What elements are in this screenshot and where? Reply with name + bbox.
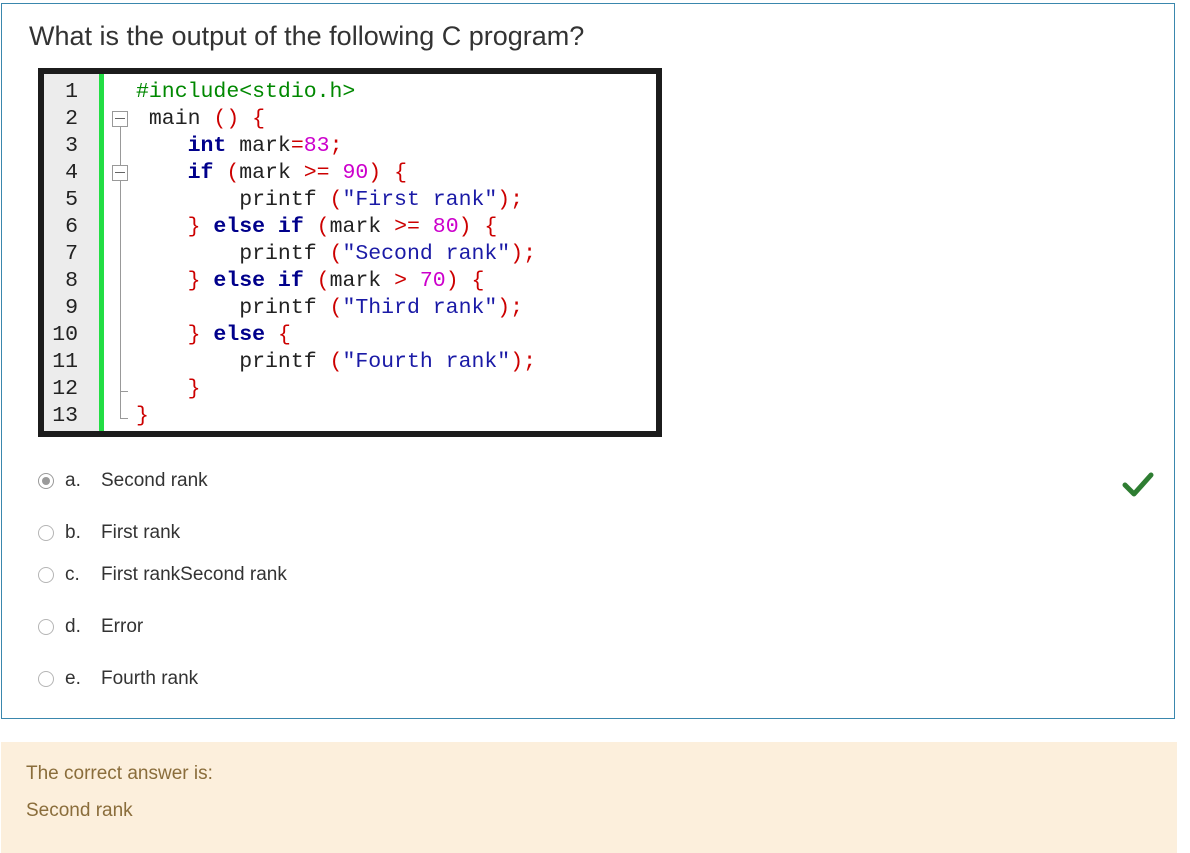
radio-icon[interactable]: [38, 671, 54, 687]
option-text: First rankSecond rank: [101, 564, 287, 585]
code-line: printf ("Third rank");: [136, 296, 524, 320]
fold-guide: [120, 127, 121, 165]
line-number: 3: [65, 134, 78, 158]
line-number: 6: [65, 215, 78, 239]
question-box: What is the output of the following C pr…: [1, 3, 1175, 719]
code-line: int mark=83;: [187, 134, 343, 158]
check-icon: [1122, 472, 1154, 497]
feedback-label: The correct answer is:: [26, 763, 213, 784]
fold-markers: [106, 74, 136, 431]
code-line: } else if (mark >= 80) {: [187, 215, 498, 239]
feedback-answer: Second rank: [26, 800, 133, 821]
line-number: 2: [65, 107, 78, 131]
line-number: 1: [65, 80, 78, 104]
line-number: 11: [52, 350, 78, 374]
fold-guide: [120, 391, 121, 418]
option-letter: b.: [65, 522, 81, 543]
code-line: printf ("Second rank");: [136, 242, 536, 266]
line-number: 8: [65, 269, 78, 293]
line-number: 13: [52, 404, 78, 428]
option-letter: d.: [65, 616, 81, 637]
line-number: 7: [65, 242, 78, 266]
fold-guide: [120, 181, 121, 391]
radio-icon[interactable]: [38, 567, 54, 583]
code-screenshot: 1 2 3 4 5 6 7 8 9 10 11 12 13 #include<s…: [38, 68, 662, 437]
correct-answer-feedback: The correct answer is: Second rank: [1, 742, 1177, 853]
code-line: #include<stdio.h>: [136, 80, 356, 104]
code-line: if (mark >= 90) {: [187, 161, 407, 185]
line-number: 5: [65, 188, 78, 212]
option-text: First rank: [101, 522, 181, 543]
code-line: printf ("First rank");: [136, 188, 524, 212]
option-text: Fourth rank: [101, 668, 199, 689]
line-number: 10: [52, 323, 78, 347]
code-line: } else if (mark > 70) {: [187, 269, 485, 293]
option-text: Error: [101, 616, 144, 637]
fold-toggle-icon: [112, 111, 128, 127]
code-line: }: [136, 404, 149, 428]
radio-icon[interactable]: [38, 619, 54, 635]
code-line: printf ("Fourth rank");: [136, 350, 536, 374]
fold-end-marker: [120, 418, 128, 419]
question-text: What is the output of the following C pr…: [29, 21, 585, 51]
fold-end-marker: [120, 391, 128, 392]
line-number: 12: [52, 377, 78, 401]
radio-icon[interactable]: [38, 525, 54, 541]
radio-selected-icon[interactable]: [38, 473, 54, 489]
option-text: Second rank: [101, 470, 208, 491]
code-line: }: [187, 377, 201, 401]
fold-toggle-icon: [112, 165, 128, 181]
option-letter: c.: [65, 564, 80, 585]
option-letter: a.: [65, 470, 81, 491]
code-line: } else {: [187, 323, 291, 347]
code-gutter: 1 2 3 4 5 6 7 8 9 10 11 12 13: [44, 74, 104, 431]
code-line: main () {: [136, 107, 266, 131]
line-number: 9: [65, 296, 78, 320]
option-letter: e.: [65, 668, 81, 689]
line-number: 4: [65, 161, 78, 185]
